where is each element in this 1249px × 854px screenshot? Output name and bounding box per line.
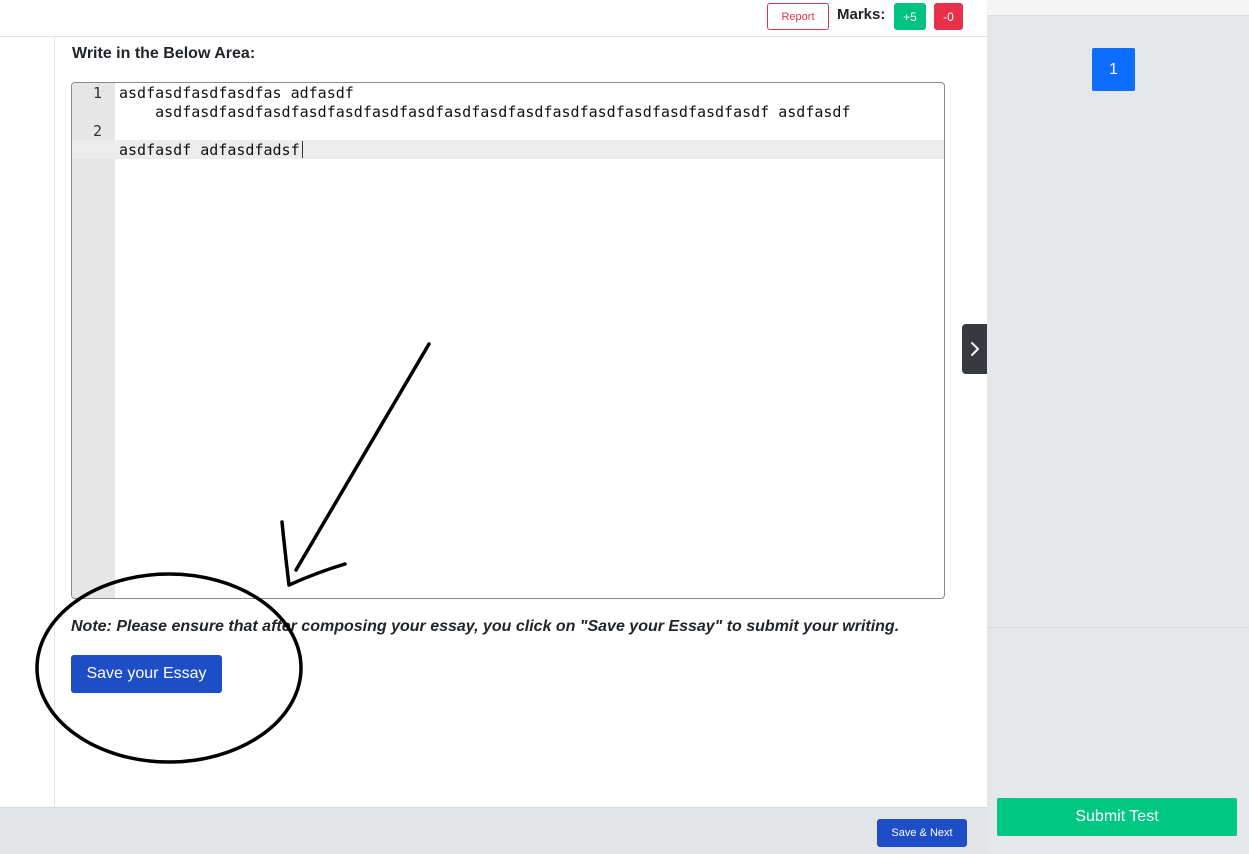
question-header: Report Marks: +5 -0	[0, 0, 987, 37]
main-panel: Report Marks: +5 -0 Write in the Below A…	[0, 0, 987, 854]
editor-line-active[interactable]: asdfasdf adfasdfadsf	[119, 141, 303, 159]
footer-bar: Save & Next	[0, 807, 987, 854]
question-navigator: 1 Submit Test	[987, 0, 1249, 854]
line-number: 1	[92, 84, 102, 102]
chevron-right-icon	[970, 342, 979, 356]
positive-marks-badge: +5	[894, 3, 926, 30]
editor-line-text: asdfasdf adfasdfadsf	[119, 141, 300, 159]
negative-marks-badge: -0	[934, 3, 963, 30]
editor-line[interactable]: asdfasdfasdfasdfasdfasdfasdfasdfasdfasdf…	[119, 103, 850, 121]
marks-label: Marks:	[837, 6, 886, 23]
essay-editor[interactable]: 1 2 3 asdfasdfasdfasdfas adfasdf asdfasd…	[71, 82, 945, 599]
question-number-button[interactable]: 1	[1092, 48, 1135, 91]
save-next-button[interactable]: Save & Next	[877, 819, 967, 847]
line-number: 2	[92, 122, 102, 140]
sidebar-header	[987, 0, 1249, 16]
save-essay-button[interactable]: Save your Essay	[71, 655, 222, 693]
test-page: Report Marks: +5 -0 Write in the Below A…	[0, 0, 1249, 854]
save-note: Note: Please ensure that after composing…	[71, 618, 900, 635]
editor-line[interactable]: asdfasdfasdfasdfas adfasdf	[119, 84, 354, 102]
sidebar-divider	[987, 627, 1249, 628]
text-cursor	[301, 141, 303, 158]
submit-test-button[interactable]: Submit Test	[997, 798, 1237, 836]
report-button[interactable]: Report	[767, 3, 829, 30]
sidebar-toggle[interactable]	[962, 324, 987, 374]
question-instruction: Write in the Below Area:	[72, 45, 256, 62]
line-number-gutter: 1 2 3	[72, 83, 115, 598]
left-divider	[54, 37, 55, 807]
